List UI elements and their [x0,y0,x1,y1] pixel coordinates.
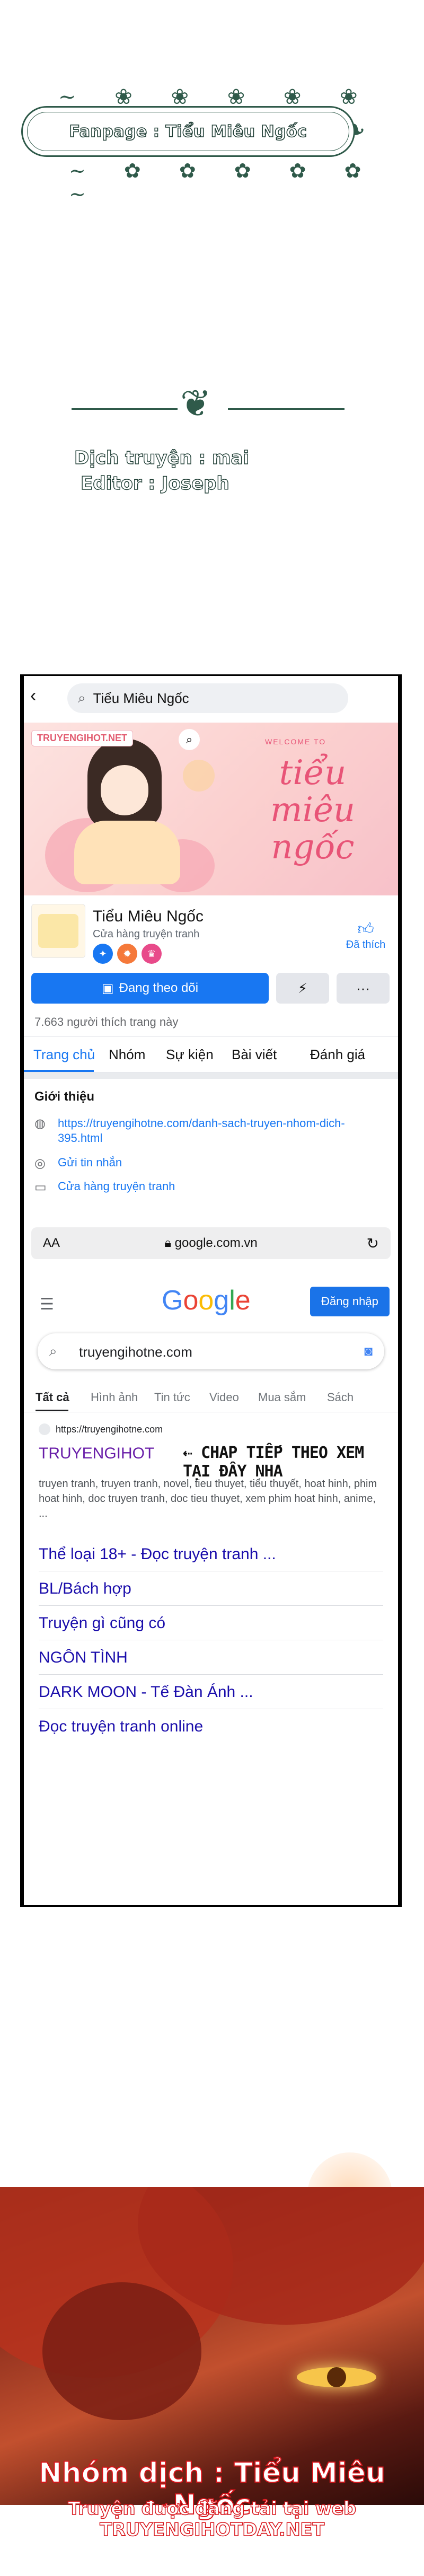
tab-video[interactable]: Video [209,1391,239,1404]
tab-all[interactable]: Tất cả [36,1391,69,1404]
site-credit: Truyện được đăng tải tại web TRUYENGIHOT… [68,2498,357,2541]
more-button[interactable]: ··· [337,973,390,1004]
following-label: Đang theo dõi [119,981,199,995]
badge-row: ✦ ✹ ♛ [93,944,162,964]
cover-welcome: WELCOME TO [265,737,326,746]
cover-search-icon[interactable]: ⌕ [179,729,200,750]
search-icon: ⌕ [78,690,86,706]
back-arrow-icon[interactable]: ‹ [30,685,36,706]
badge-icon: ♛ [142,944,162,964]
intro-website-link[interactable]: ◍ https://truyengihotne.com/danh-sach-tr… [34,1116,370,1146]
following-button[interactable]: ▣ Đang theo dõi [31,973,269,1004]
google-tabs: Tất cả Hình ảnh Tin tức Video Mua sắm Sá… [24,1385,398,1412]
follow-icon: ▣ [101,981,114,996]
tab-groups[interactable]: Nhóm [109,1047,145,1063]
website-url[interactable]: https://truyengihotne.com/danh-sach-truy… [58,1116,370,1146]
reload-icon[interactable]: ↻ [367,1235,379,1252]
google-search-input[interactable]: ⌕ truyengihotne.com ◙ [38,1333,384,1369]
page-name[interactable]: Tiểu Miêu Ngốc [93,908,204,926]
intro-category-link[interactable]: ▭ Cửa hàng truyện tranh [34,1180,175,1195]
category-label[interactable]: Cửa hàng truyện tranh [58,1180,175,1195]
avatar-art [38,914,78,948]
sitelink[interactable]: BL/Bách hợp [39,1580,383,1598]
fanpage-label: Fanpage : Tiểu Miêu Ngốc [69,122,307,142]
intro-heading: Giới thiệu [34,1089,95,1104]
liked-label: Đã thích [346,939,386,951]
tab-shopping[interactable]: Mua sắm [258,1391,306,1404]
cover-photo[interactable]: TRUYENGIHOT.NET ⌕ WELCOME TO tiểu miêu n… [24,723,398,895]
tab-reviews[interactable]: Đánh giá [310,1047,365,1063]
liked-button[interactable]: 👍︎ Đã thích [342,920,390,951]
fanpage-banner: Fanpage : Tiểu Miêu Ngốc [21,106,355,157]
badge-icon: ✦ [93,944,113,964]
google-logo[interactable]: Google [162,1285,251,1316]
tab-home[interactable]: Trang chủ [33,1047,95,1063]
messenger-icon: ◎ [34,1156,46,1171]
phone-screen: ‹ ⌕ Tiểu Miêu Ngốc TRUYENGIHOT.NET ⌕ WEL… [24,676,398,1905]
message-label[interactable]: Gửi tin nhắn [58,1156,122,1171]
sitelink[interactable]: Truyện gì cũng có [39,1614,383,1632]
result-snippet: truyen tranh, truyen tranh, novel, tieu … [39,1478,377,1519]
cover-girl-face [101,765,148,815]
globe-icon: ◍ [34,1116,46,1131]
result-url[interactable]: https://truyengihotne.com [39,1423,163,1435]
result-url-text: https://truyengihotne.com [56,1423,163,1435]
shop-icon: ▭ [34,1180,47,1194]
section-separator [24,1072,398,1079]
credits: Dịch truyện : mai Editor : Joseph [74,445,249,496]
tab-books[interactable]: Sách [327,1391,354,1404]
search-query: Tiểu Miêu Ngốc [93,690,189,706]
divider-right [228,408,344,410]
browser-url-bar[interactable]: AA 🔒︎ google.com.vn ↻ [31,1227,391,1259]
thumbs-up-icon: 👍︎ [357,920,374,938]
page-category: Cửa hàng truyện tranh [93,928,200,940]
likes-count: 7.663 người thích trang này [34,1015,179,1028]
cover-watermark: TRUYENGIHOT.NET [31,730,134,746]
translator-credit: Dịch truyện : mai [74,447,250,469]
lens-camera-icon[interactable]: ◙ [364,1343,373,1359]
page-avatar[interactable] [31,904,85,958]
tab-events[interactable]: Sự kiện [166,1047,214,1063]
tab-news[interactable]: Tin tức [154,1391,190,1404]
facebook-search-bar[interactable]: ⌕ Tiểu Miêu Ngốc [67,683,348,713]
hamburger-menu-icon[interactable]: ☰ [40,1295,54,1314]
url-host: 🔒︎ google.com.vn [164,1236,258,1250]
sitelink[interactable]: Đọc truyện tranh online [39,1718,383,1736]
sitelink[interactable]: DARK MOON - Tế Đàn Ánh ... [39,1683,383,1701]
favicon-icon [39,1423,50,1435]
sitelink[interactable]: NGÔN TÌNH [39,1649,383,1667]
cover-girl-body [74,821,180,884]
cover-blob [183,760,215,792]
divider-left [72,408,178,410]
google-query: truyengihotne.com [79,1344,192,1360]
result-overlay-cta: ⇠ CHAP TIẾP THEO XEM TẠI ĐÂY NHA [183,1444,364,1481]
active-tab-indicator [24,1070,94,1072]
search-icon: ⌕ [49,1343,57,1359]
sitelink-divider [39,1605,383,1606]
active-tab-indicator [36,1410,68,1411]
cover-title: tiểu miêu ngốc [270,753,356,867]
intro-message-link[interactable]: ◎ Gửi tin nhắn [34,1156,122,1171]
sign-in-button[interactable]: Đăng nhập [310,1287,390,1316]
hair-shape [42,2282,201,2420]
messenger-button[interactable]: ⚡︎ [276,973,329,1004]
tab-images[interactable]: Hình ảnh [91,1391,138,1404]
sitelink[interactable]: Thể loại 18+ - Đọc truyện tranh ... [39,1545,383,1563]
page-tabs: Trang chủ Nhóm Sự kiện Bài viết Đánh giá [24,1036,398,1072]
messenger-icon: ⚡︎ [297,980,308,996]
url-host-text: google.com.vn [174,1236,258,1250]
character-pupil [327,2367,346,2387]
tab-posts[interactable]: Bài viết [232,1047,277,1063]
result-title[interactable]: TRUYENGIHOT [39,1445,154,1463]
sitelink-divider [39,1674,383,1675]
editor-credit: Editor : Joseph [80,472,229,494]
divider-flourish-icon: ❦ [180,382,211,425]
ornament-bottom-flourish: ~ ✿ ✿ ✿ ✿ ✿ ~ [69,159,377,206]
badge-icon: ✹ [117,944,137,964]
more-icon: ··· [356,980,370,996]
